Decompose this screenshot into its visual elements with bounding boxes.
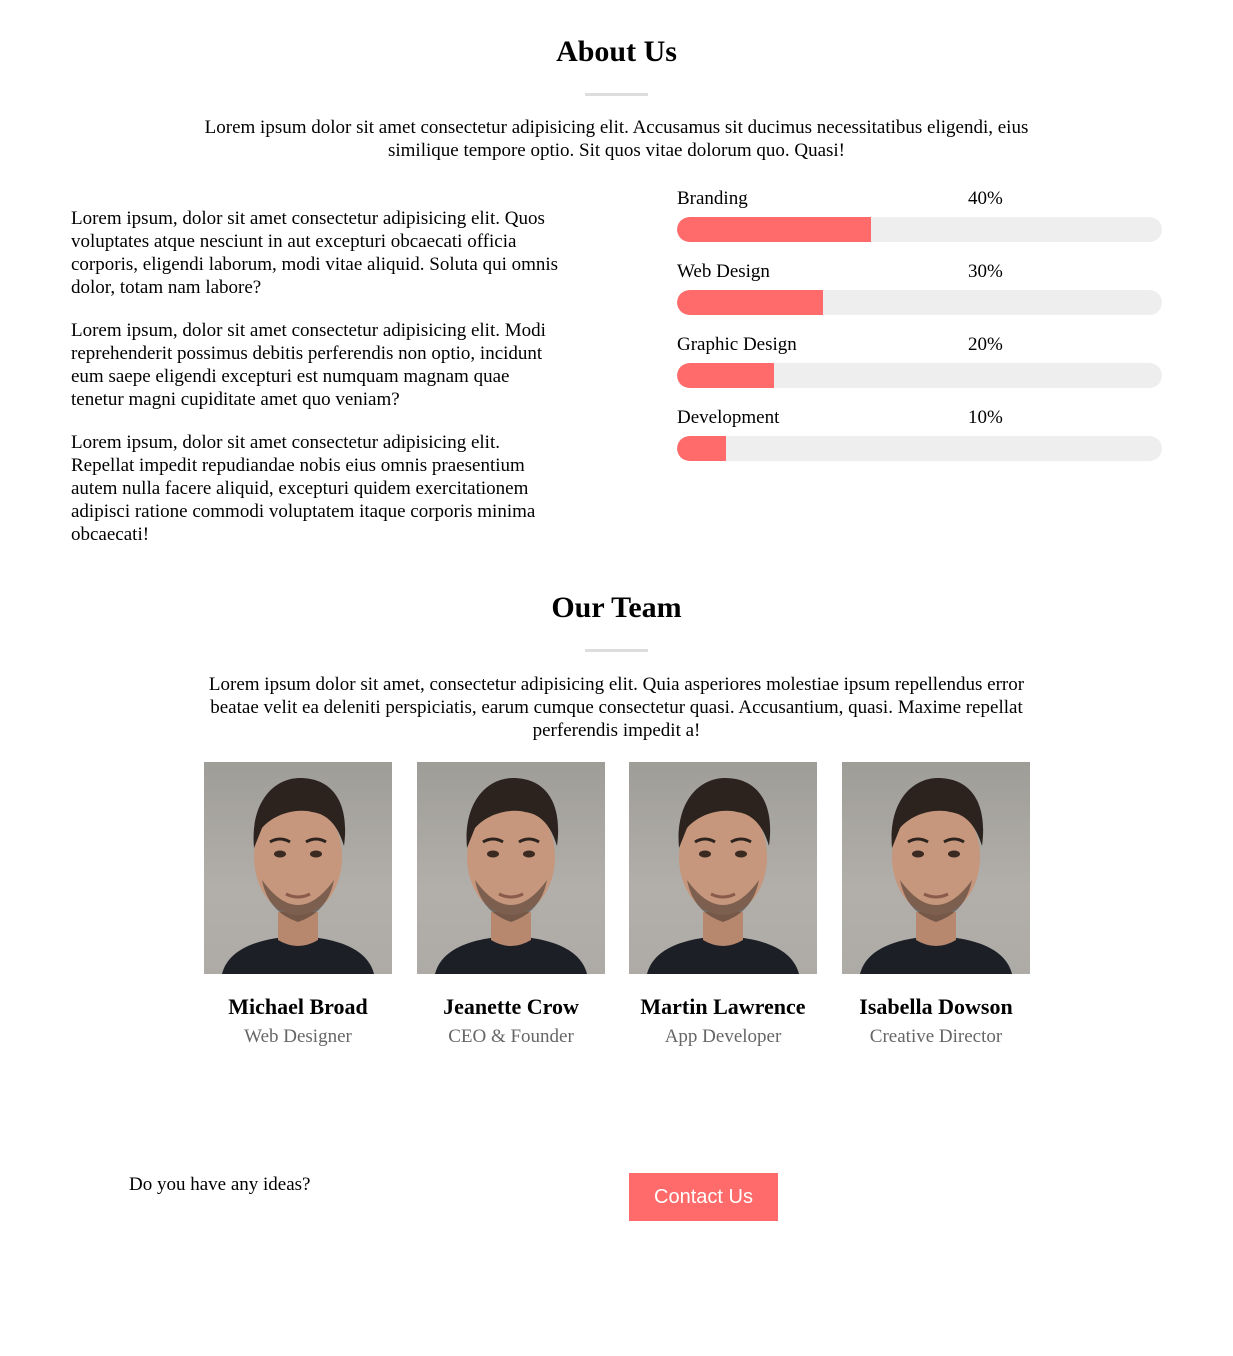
progress-track [677, 290, 1162, 315]
skill-web-design: Web Design 30% [677, 260, 1162, 333]
about-intro-text: Lorem ipsum dolor sit amet consectetur a… [204, 117, 1029, 161]
portrait-icon [435, 778, 587, 974]
skill-percent: 10% [968, 407, 1003, 428]
skills-list: Branding 40% Web Design 30% Graphic Desi… [677, 187, 1162, 479]
skill-name: Web Design [677, 261, 770, 282]
team-member-photo [417, 762, 605, 974]
team-member-card: Martin Lawrence App Developer [629, 762, 817, 1048]
skill-development: Development 10% [677, 406, 1162, 479]
progress-track [677, 436, 1162, 461]
team-grid: Michael Broad Web Designer Jeanette Crow… [204, 762, 1034, 1062]
team-member-name: Martin Lawrence [640, 994, 806, 1019]
contact-us-button[interactable]: Contact Us [629, 1173, 778, 1221]
about-divider [585, 93, 648, 96]
skill-graphic-design: Graphic Design 20% [677, 333, 1162, 406]
portrait-icon [860, 778, 1012, 974]
progress-track [677, 217, 1162, 242]
contact-question: Do you have any ideas? [129, 1174, 311, 1195]
portrait-icon [647, 778, 799, 974]
progress-fill [677, 290, 823, 315]
team-member-photo [629, 762, 817, 974]
progress-track [677, 363, 1162, 388]
team-member-card: Jeanette Crow CEO & Founder [417, 762, 605, 1048]
skill-name: Branding [677, 188, 748, 209]
about-paragraph: Lorem ipsum, dolor sit amet consectetur … [71, 320, 546, 410]
skill-name: Graphic Design [677, 334, 797, 355]
team-member-role: Creative Director [869, 1026, 1003, 1047]
team-member-photo [204, 762, 392, 974]
team-intro-text: Lorem ipsum dolor sit amet, consectetur … [208, 674, 1025, 741]
skill-name: Development [677, 407, 780, 428]
about-intro: Lorem ipsum dolor sit amet consectetur a… [0, 116, 1233, 162]
team-member-card: Isabella Dowson Creative Director [842, 762, 1030, 1048]
progress-fill [677, 436, 726, 461]
about-text: Lorem ipsum, dolor sit amet consectetur … [71, 207, 561, 566]
team-member-card: Michael Broad Web Designer [204, 762, 392, 1048]
progress-fill [677, 363, 774, 388]
team-member-name: Isabella Dowson [859, 994, 1013, 1019]
team-member-role: Web Designer [244, 1026, 352, 1047]
team-divider [585, 649, 648, 652]
portrait-icon [222, 778, 374, 974]
team-member-name: Jeanette Crow [443, 994, 579, 1019]
about-paragraph: Lorem ipsum, dolor sit amet consectetur … [71, 432, 536, 545]
skill-percent: 20% [968, 334, 1003, 355]
team-member-role: App Developer [664, 1026, 782, 1047]
skill-percent: 30% [968, 261, 1003, 282]
team-intro: Lorem ipsum dolor sit amet, consectetur … [0, 673, 1233, 742]
team-member-name: Michael Broad [228, 994, 368, 1019]
skill-branding: Branding 40% [677, 187, 1162, 260]
progress-fill [677, 217, 871, 242]
team-member-role: CEO & Founder [448, 1026, 574, 1047]
team-title: Our Team [551, 591, 682, 624]
about-paragraph: Lorem ipsum, dolor sit amet consectetur … [71, 208, 559, 298]
about-title: About Us [556, 35, 677, 68]
team-member-photo [842, 762, 1030, 974]
skill-percent: 40% [968, 188, 1003, 209]
